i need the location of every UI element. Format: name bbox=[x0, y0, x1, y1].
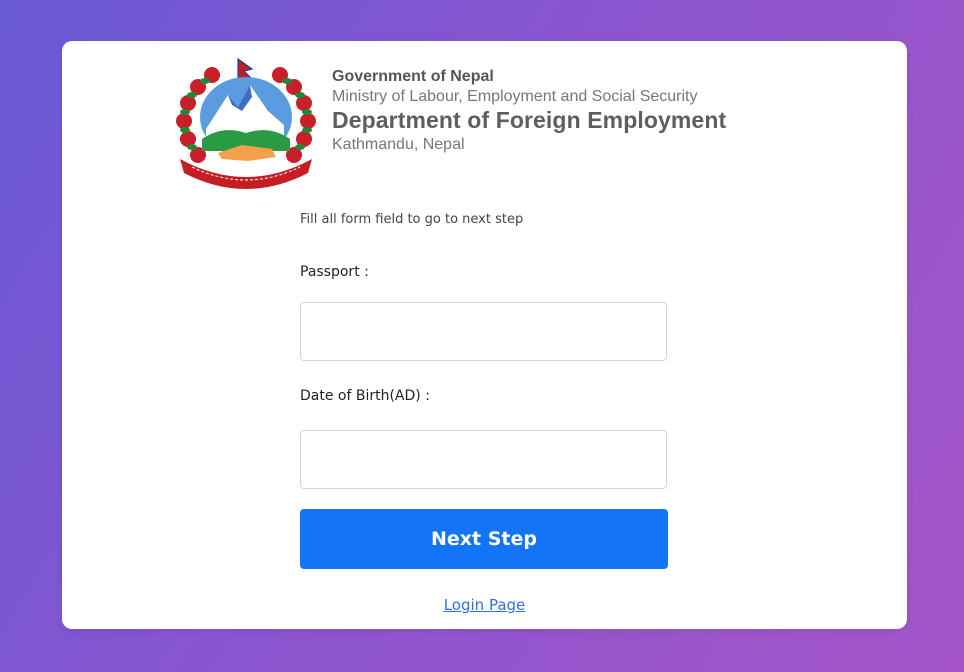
dob-input[interactable] bbox=[300, 430, 667, 489]
form-instruction: Fill all form field to go to next step bbox=[300, 212, 524, 227]
header-text: Government of Nepal Ministry of Labour, … bbox=[332, 67, 852, 156]
nepal-emblem-icon bbox=[172, 55, 320, 189]
government-title: Government of Nepal bbox=[332, 68, 494, 85]
ministry-title: Ministry of Labour, Employment and Socia… bbox=[332, 88, 698, 105]
passport-label: Passport : bbox=[300, 264, 369, 280]
department-title: Department of Foreign Employment bbox=[332, 107, 727, 133]
passport-input[interactable] bbox=[300, 302, 667, 361]
login-page-link[interactable]: Login Page bbox=[62, 596, 907, 614]
login-card: Government of Nepal Ministry of Labour, … bbox=[62, 41, 907, 629]
dob-label: Date of Birth(AD) : bbox=[300, 388, 430, 404]
login-page-link-label[interactable]: Login Page bbox=[444, 596, 526, 614]
next-step-button[interactable]: Next Step bbox=[300, 509, 668, 569]
location-text: Kathmandu, Nepal bbox=[332, 136, 465, 153]
